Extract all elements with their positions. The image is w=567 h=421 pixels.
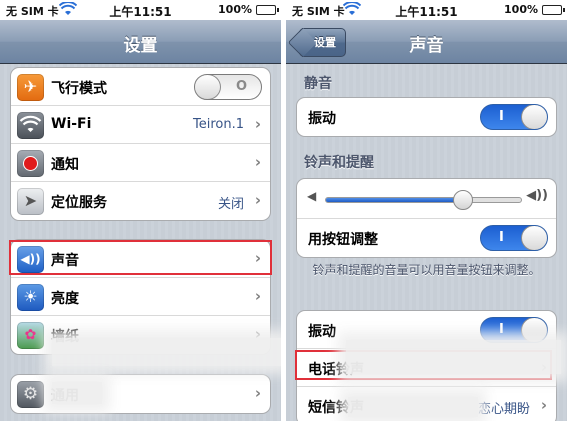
general-icon: ⚙ (17, 381, 44, 408)
ringer-footer-note: 铃声和提醒的音量可以用音量按钮来调整。 (312, 263, 541, 277)
row-label: 声音 (51, 253, 79, 269)
brightness-icon: ☀ (17, 284, 44, 311)
blur-overlay (348, 397, 478, 417)
ringer-group: ◀ ◀)) 用按钮调整 I (296, 178, 557, 258)
settings-group-3: ⚙ 通用 › (10, 374, 271, 414)
page-title: 设置 (123, 36, 158, 56)
chevron-right-icon: › (254, 115, 261, 133)
page-title: 声音 (409, 36, 444, 56)
row-label: Wi-Fi (51, 116, 92, 132)
blur-overlay (52, 382, 102, 404)
airplane-mode-switch[interactable]: O (194, 74, 262, 100)
row-airplane-mode: ✈ 飞行模式 O (11, 68, 270, 106)
chevron-right-icon: › (254, 191, 261, 209)
volume-high-icon: ◀)) (526, 188, 548, 203)
row-label: 定位服务 (51, 195, 107, 211)
row-label: 振动 (308, 111, 336, 127)
settings-group-1: ✈ 飞行模式 O Wi-Fi Teiron.1 › 通知 › ➤ 定位服务 关闭… (10, 67, 271, 221)
row-wifi[interactable]: Wi-Fi Teiron.1 › (11, 106, 270, 144)
chevron-right-icon: › (254, 249, 261, 267)
wallpaper-icon: ✿ (17, 322, 44, 349)
row-general[interactable]: ⚙ 通用 › (11, 375, 270, 413)
blur-overlay (346, 340, 561, 374)
chevron-right-icon: › (540, 396, 547, 414)
location-icon: ➤ (17, 188, 44, 215)
adjust-with-buttons-switch[interactable]: I (480, 225, 548, 251)
silent-section-header: 静音 (304, 76, 332, 92)
chevron-right-icon: › (254, 384, 261, 402)
volume-slider[interactable] (325, 190, 522, 210)
battery-percent: 100% (218, 3, 252, 16)
row-sounds[interactable]: ◀)) 声音 › (11, 240, 270, 278)
settings-screen: 无 SIM 卡 上午11:51 100% 设置 ✈ 飞行模式 O Wi-Fi T… (0, 0, 281, 421)
row-brightness[interactable]: ☀ 亮度 › (11, 278, 270, 316)
row-location-services[interactable]: ➤ 定位服务 关闭 › (11, 182, 270, 220)
row-volume-slider: ◀ ◀)) (297, 179, 556, 219)
battery-icon (256, 5, 279, 15)
volume-slider-thumb[interactable] (452, 190, 473, 210)
chevron-right-icon: › (254, 287, 261, 305)
wifi-icon (17, 112, 44, 139)
sound-icon: ◀)) (17, 246, 44, 273)
row-label: 通知 (51, 157, 79, 173)
row-label: 振动 (308, 324, 336, 340)
navigation-bar: 设置 声音 (286, 20, 567, 64)
navigation-bar: 设置 (0, 20, 281, 64)
row-notifications[interactable]: 通知 › (11, 144, 270, 182)
text-tone-value: 恋心期盼 (477, 402, 530, 417)
row-adjust-with-buttons: 用按钮调整 I (297, 219, 556, 257)
airplane-icon: ✈ (17, 74, 44, 101)
ringer-section-header: 铃声和提醒 (304, 155, 374, 171)
location-status-value: 关闭 (217, 197, 244, 212)
wifi-network-value: Teiron.1 (193, 117, 244, 132)
row-label: 亮度 (51, 291, 79, 307)
row-silent-vibrate: 振动 I (297, 98, 556, 136)
silent-vibrate-switch[interactable]: I (480, 104, 548, 130)
volume-slider-fill (326, 198, 463, 202)
status-bar: 无 SIM 卡 上午11:51 100% (0, 0, 281, 20)
sounds-screen: 无 SIM 卡 上午11:51 100% 设置 声音 静音 振动 I 铃声和提醒… (286, 0, 567, 421)
row-label: 用按钮调整 (308, 232, 378, 248)
volume-low-icon: ◀ (307, 189, 317, 203)
status-bar: 无 SIM 卡 上午11:51 100% (286, 0, 567, 20)
row-label: 飞行模式 (51, 81, 107, 97)
blur-overlay (52, 338, 281, 366)
silent-group: 振动 I (296, 97, 557, 137)
battery-percent: 100% (504, 3, 538, 16)
notification-icon (17, 150, 44, 177)
chevron-right-icon: › (254, 153, 261, 171)
battery-icon (542, 5, 565, 15)
